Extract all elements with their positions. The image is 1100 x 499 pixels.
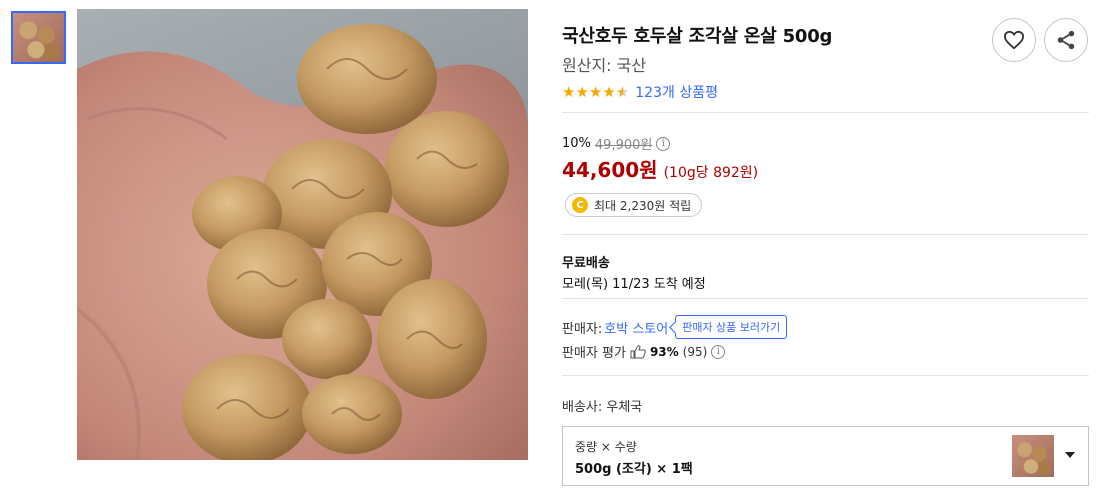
product-info-panel: 국산호두 호두살 조각살 온살 500g 원산지: 국산 ★ ★ ★ ★ ★ 1… — [562, 0, 1090, 499]
info-icon[interactable]: i — [711, 344, 726, 359]
seller-products-tooltip[interactable]: 판매자 상품 보러가기 — [675, 315, 788, 339]
rating-stars: ★ ★ ★ ★ ★ — [562, 84, 629, 100]
seller-score: 93% — [649, 344, 679, 359]
divider — [562, 234, 1089, 235]
divider — [562, 112, 1089, 113]
product-main-image — [77, 9, 528, 460]
shipping-arrival: 모레(목) 11/23 도착 예정 — [562, 277, 706, 292]
option-select[interactable]: 중량 × 수량 500g (조각) × 1팩 — [562, 426, 1089, 486]
seller-label: 판매자: — [562, 321, 603, 337]
sale-price: 44,600원 — [562, 158, 658, 182]
option-value: 500g (조각) × 1팩 — [575, 462, 693, 477]
reward-badge: C 최대 2,230원 적립 — [565, 193, 703, 217]
wishlist-button[interactable] — [992, 18, 1036, 62]
thumbs-up-icon — [630, 344, 646, 358]
share-button[interactable] — [1044, 18, 1088, 62]
star-icon: ★ — [562, 83, 576, 101]
seller-review-count: (95) — [682, 344, 708, 359]
coin-icon: C — [572, 197, 588, 213]
thumbnail-image — [13, 13, 64, 62]
walnuts-in-hand-illustration — [77, 24, 528, 460]
seller-rating-row: 판매자 평가 93% (95) i — [562, 342, 726, 361]
shipping-title: 무료배송 — [562, 256, 610, 271]
divider — [562, 375, 1089, 376]
heart-icon — [1003, 30, 1025, 50]
star-icon: ★ — [602, 83, 616, 101]
option-thumbnail-image — [1012, 435, 1054, 477]
product-thumbnail[interactable] — [11, 11, 66, 64]
carrier: 배송사: 우체국 — [562, 400, 643, 415]
unit-price: (10g당 892원) — [663, 165, 759, 181]
discount-row: 10% 49,900원 i — [562, 134, 671, 153]
option-thumbnail — [1012, 435, 1054, 477]
reward-text: 최대 2,230원 적립 — [594, 198, 692, 213]
discount-rate: 10% — [562, 136, 591, 151]
original-price: 49,900원 — [594, 138, 653, 153]
divider — [562, 298, 1089, 299]
star-half-icon: ★ — [615, 83, 630, 101]
review-count-link[interactable]: 123개 상품평 — [635, 82, 718, 102]
product-rating[interactable]: ★ ★ ★ ★ ★ 123개 상품평 — [562, 82, 718, 102]
seller-name-link[interactable]: 호박 스토어 — [604, 318, 668, 337]
info-icon[interactable]: i — [656, 136, 671, 151]
star-icon: ★ — [588, 83, 603, 101]
seller-row: 판매자: 호박 스토어 판매자 상품 보러가기 — [562, 315, 788, 339]
product-origin: 원산지: 국산 — [562, 56, 647, 75]
price-row: 44,600원 (10g당 892원) — [562, 154, 758, 183]
option-label: 중량 × 수량 — [575, 440, 637, 454]
star-icon: ★ — [575, 83, 589, 101]
seller-rating-label: 판매자 평가 — [562, 346, 626, 361]
share-icon — [1057, 30, 1075, 50]
chevron-down-icon — [1065, 452, 1075, 458]
product-title: 국산호두 호두살 조각살 온살 500g — [562, 26, 833, 47]
